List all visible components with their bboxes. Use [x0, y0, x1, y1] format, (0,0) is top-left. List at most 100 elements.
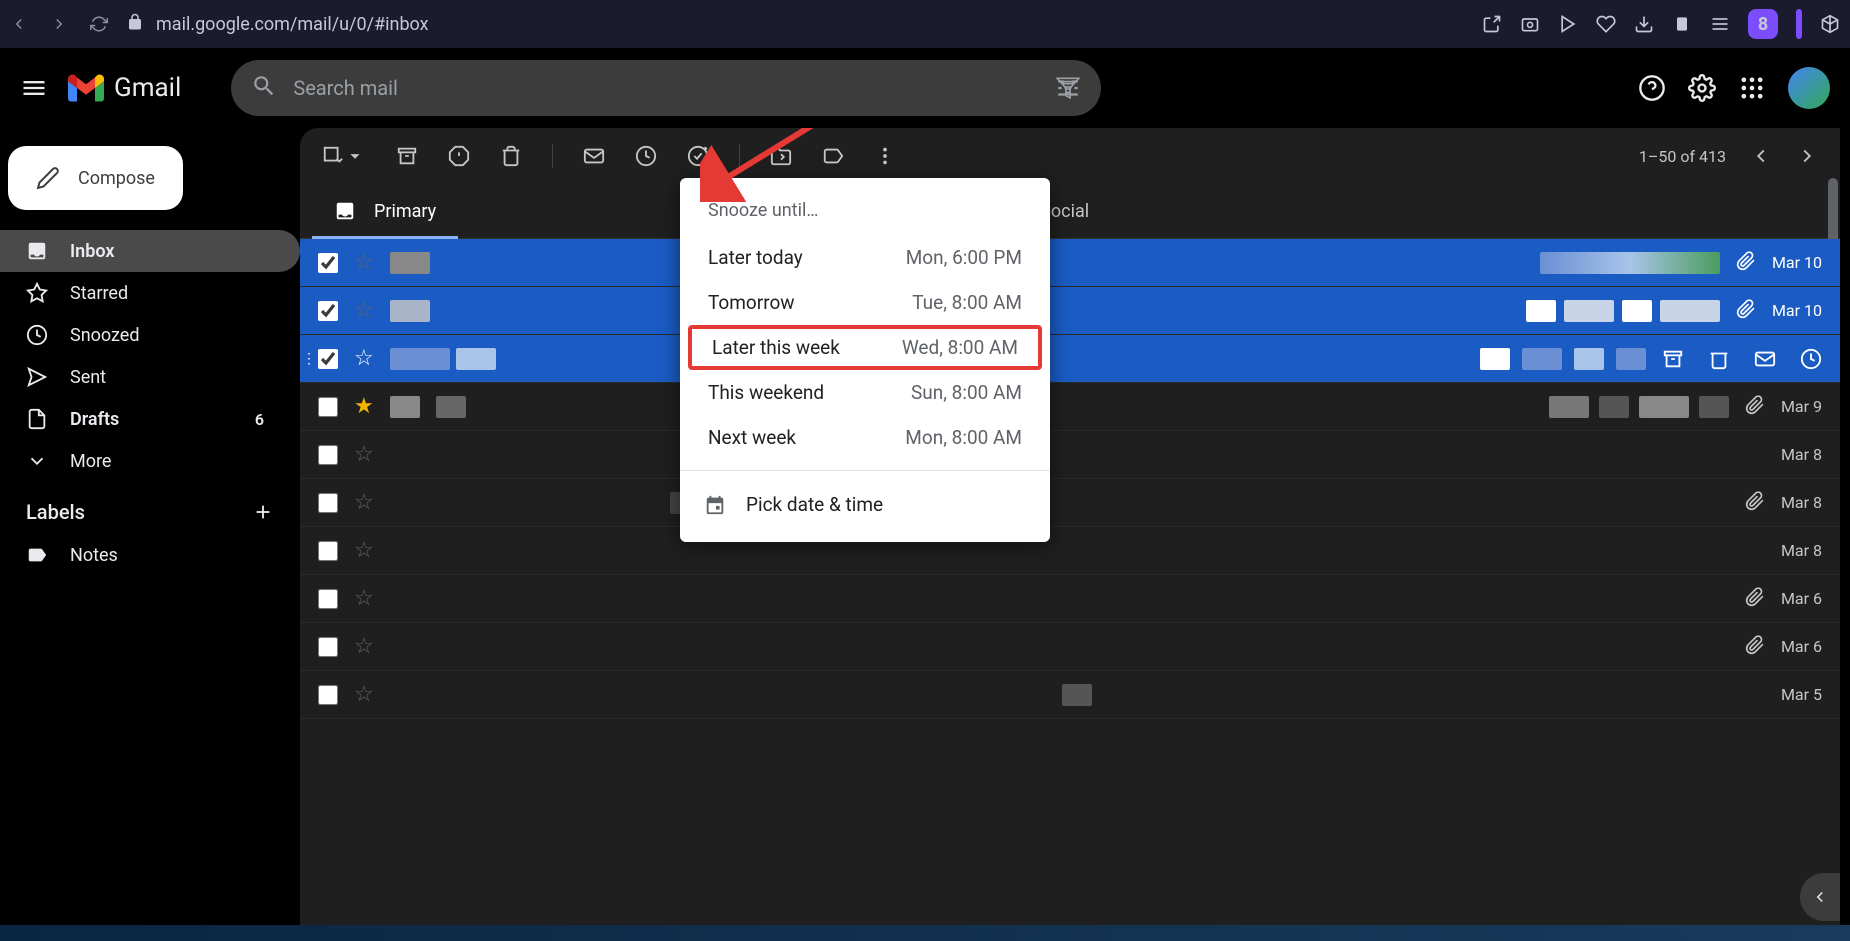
star-toggle[interactable]: ☆ — [354, 298, 374, 323]
select-checkbox[interactable] — [322, 145, 366, 167]
sidebar-item-drafts[interactable]: Drafts 6 — [0, 398, 300, 440]
clock-icon — [26, 324, 48, 346]
separator — [552, 144, 553, 168]
sidebar-item-sent[interactable]: Sent — [0, 356, 300, 398]
main-menu-button[interactable] — [20, 74, 48, 102]
sidebar-item-starred[interactable]: Starred — [0, 272, 300, 314]
account-avatar[interactable] — [1788, 67, 1830, 109]
url-text[interactable]: mail.google.com/mail/u/0/#inbox — [156, 14, 429, 35]
pencil-icon — [36, 166, 60, 190]
email-row[interactable]: ☆ Mar 5 — [300, 671, 1840, 719]
add-label-button[interactable] — [252, 501, 274, 523]
search-input[interactable] — [293, 76, 1039, 100]
archive-button[interactable] — [396, 145, 418, 167]
row-mark-unread-button[interactable] — [1754, 348, 1776, 370]
star-toggle[interactable]: ☆ — [354, 634, 374, 659]
row-date: Mar 5 — [1781, 685, 1822, 704]
email-row[interactable]: ☆ Mar 6 — [300, 575, 1840, 623]
star-toggle[interactable]: ☆ — [354, 538, 374, 563]
next-page-button[interactable] — [1796, 145, 1818, 167]
search-box[interactable] — [231, 60, 1101, 116]
email-row[interactable]: ☆ Mar 8 — [300, 527, 1840, 575]
row-checkbox[interactable] — [318, 253, 338, 273]
report-spam-button[interactable] — [448, 145, 470, 167]
snooze-option-this-weekend[interactable]: This weekendSun, 8:00 AM — [680, 370, 1050, 415]
row-checkbox[interactable] — [318, 493, 338, 513]
apps-icon[interactable] — [1738, 74, 1766, 102]
prev-page-button[interactable] — [1750, 145, 1772, 167]
email-row[interactable]: ★ Mar 9 — [300, 383, 1840, 431]
star-toggle[interactable]: ☆ — [354, 442, 374, 467]
row-checkbox[interactable] — [318, 637, 338, 657]
email-row[interactable]: ⋮⋮ ☆ — [300, 335, 1840, 383]
email-row[interactable]: ☆ Mar 8 — [300, 479, 1840, 527]
sidebar-item-more[interactable]: More — [0, 440, 300, 482]
row-checkbox[interactable] — [318, 685, 338, 705]
calendar-icon — [704, 494, 726, 516]
star-toggle[interactable]: ☆ — [354, 586, 374, 611]
gmail-logo[interactable]: Gmail — [68, 73, 181, 103]
reload-button[interactable] — [90, 15, 108, 33]
drag-handle[interactable]: ⋮⋮ — [302, 351, 326, 367]
forward-button[interactable] — [50, 15, 68, 33]
row-checkbox[interactable] — [318, 445, 338, 465]
side-panel-toggle[interactable] — [1800, 873, 1840, 921]
sidebar-toggle[interactable] — [1796, 9, 1802, 39]
row-snooze-button[interactable] — [1800, 348, 1822, 370]
row-checkbox[interactable] — [318, 541, 338, 561]
tab-primary[interactable]: Primary — [312, 184, 458, 238]
support-icon[interactable] — [1638, 74, 1666, 102]
snooze-pick-date[interactable]: Pick date & time — [680, 481, 1050, 528]
row-checkbox[interactable] — [318, 301, 338, 321]
download-icon[interactable] — [1634, 14, 1654, 34]
snooze-option-next-week[interactable]: Next weekMon, 8:00 AM — [680, 415, 1050, 460]
row-delete-button[interactable] — [1708, 348, 1730, 370]
star-toggle[interactable]: ☆ — [354, 490, 374, 515]
sidebar-item-inbox[interactable]: Inbox — [0, 230, 300, 272]
mark-unread-button[interactable] — [583, 145, 605, 167]
labels-button[interactable] — [822, 145, 844, 167]
row-date: Mar 10 — [1772, 301, 1822, 320]
label-item-notes[interactable]: Notes — [0, 534, 300, 576]
search-options-icon[interactable] — [1055, 75, 1081, 101]
sidebar-item-label: Snoozed — [70, 325, 140, 346]
send-icon[interactable] — [1558, 14, 1578, 34]
separator — [739, 144, 740, 168]
sidebar-item-label: Sent — [70, 367, 106, 388]
snooze-button[interactable] — [635, 145, 657, 167]
content-redacted — [1549, 396, 1729, 418]
star-toggle[interactable]: ☆ — [354, 682, 374, 707]
star-toggle[interactable]: ★ — [354, 394, 374, 419]
move-to-button[interactable] — [770, 145, 792, 167]
share-icon[interactable] — [1482, 14, 1502, 34]
sidebar-item-snoozed[interactable]: Snoozed — [0, 314, 300, 356]
inbox-icon — [26, 240, 48, 262]
label-icon — [26, 544, 48, 566]
delete-button[interactable] — [500, 145, 522, 167]
add-task-button[interactable] — [687, 145, 709, 167]
shield-icon[interactable] — [1672, 14, 1692, 34]
row-archive-button[interactable] — [1662, 348, 1684, 370]
row-checkbox[interactable] — [318, 589, 338, 609]
row-checkbox[interactable] — [318, 397, 338, 417]
cube-icon[interactable] — [1820, 14, 1840, 34]
attachment-icon — [1745, 587, 1765, 611]
settings-icon[interactable] — [1688, 74, 1716, 102]
email-row[interactable]: ☆ Mar 8 — [300, 431, 1840, 479]
heart-icon[interactable] — [1596, 14, 1616, 34]
star-toggle[interactable]: ☆ — [354, 250, 374, 275]
more-button[interactable] — [874, 145, 896, 167]
snooze-option-later-this-week[interactable]: Later this weekWed, 8:00 AM — [688, 325, 1042, 370]
snooze-option-later-today[interactable]: Later todayMon, 6:00 PM — [680, 235, 1050, 280]
compose-button[interactable]: Compose — [8, 146, 183, 210]
gmail-logo-icon — [68, 74, 104, 102]
back-button[interactable] — [10, 15, 28, 33]
profile-badge[interactable]: 8 — [1748, 9, 1778, 39]
camera-icon[interactable] — [1520, 14, 1540, 34]
email-row[interactable]: ☆ Mar 6 — [300, 623, 1840, 671]
snooze-option-tomorrow[interactable]: TomorrowTue, 8:00 AM — [680, 280, 1050, 325]
star-toggle[interactable]: ☆ — [354, 346, 374, 371]
settings-lines-icon[interactable] — [1710, 14, 1730, 34]
email-row[interactable]: ☆ Mar 10 — [300, 287, 1840, 335]
email-row[interactable]: ☆ Mar 10 — [300, 239, 1840, 287]
